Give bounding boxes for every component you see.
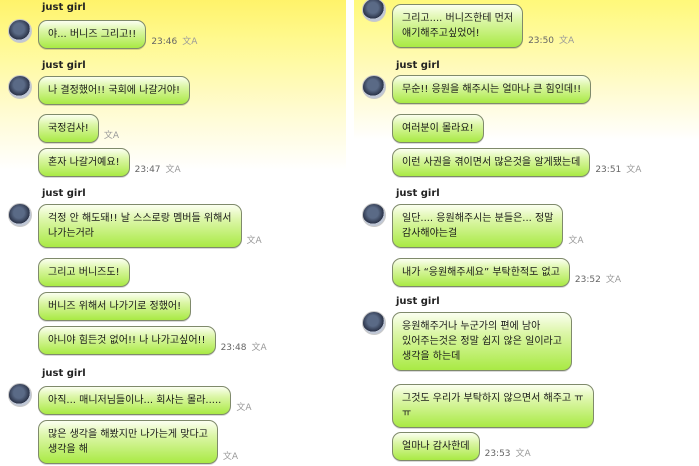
avatar[interactable]	[362, 75, 386, 99]
avatar[interactable]	[8, 75, 32, 99]
message-row: 응원해주거나 누군가의 편에 남아 있어주는것은 정말 쉽지 않은 일이라고 생…	[392, 312, 572, 371]
translate-icon[interactable]: 文A	[252, 340, 267, 353]
message-row: 그것도 우리가 부탁하지 않으면서 해주고 ㅠ ㅠ	[392, 384, 594, 428]
message-bubble[interactable]: 무순!! 응원을 해주시는 얼마나 큰 힘인데!!	[392, 75, 592, 104]
chat-column-left: just girl 야... 버니즈 그리고!! 23:46 文A just g…	[0, 0, 345, 466]
message-bubble[interactable]: 그것도 우리가 부탁하지 않으면서 해주고 ㅠ ㅠ	[392, 384, 594, 428]
message-row: 얼마나 감사한데 23:53 文A	[392, 432, 531, 461]
message-bubble[interactable]: 걱정 안 해도돼!! 날 스스로랑 멤버들 위해서 나가는거라	[38, 204, 242, 248]
message-bubble[interactable]: 아니야 힘든것 없어!! 나 나가고싶어!!	[38, 326, 216, 355]
message-row: 여러분이 몰라요!	[392, 114, 484, 143]
message-bubble[interactable]: 국정검사!	[38, 114, 99, 143]
sender-name: just girl	[42, 60, 86, 71]
message-time: 23:46	[151, 37, 178, 47]
message-time: 23:53	[484, 449, 511, 459]
message-row: 그리고 버니즈도!	[38, 258, 130, 287]
message-time: 23:52	[574, 275, 601, 285]
message-row: 야... 버니즈 그리고!! 23:46 文A	[38, 20, 197, 49]
message-row: 나 결정했어!! 국회에 나갈거야!	[38, 76, 190, 105]
sender-name: just girl	[42, 368, 86, 379]
sender-name: just girl	[42, 188, 86, 199]
translate-icon[interactable]: 文A	[236, 400, 251, 413]
message-bubble[interactable]: 이런 사권을 겪이면서 많은것을 알게됐는데	[392, 148, 591, 177]
avatar[interactable]	[8, 383, 32, 407]
message-bubble[interactable]: 아직... 매니저님들이나... 회사는 몰라.....	[38, 386, 232, 415]
message-bubble[interactable]: 여러분이 몰라요!	[392, 114, 484, 143]
message-row: 무순!! 응원을 해주시는 얼마나 큰 힘인데!!	[392, 75, 592, 104]
translate-icon[interactable]: 文A	[626, 162, 641, 175]
translate-icon[interactable]: 文A	[166, 162, 181, 175]
sender-name: just girl	[396, 60, 440, 71]
message-bubble[interactable]: 나 결정했어!! 국회에 나갈거야!	[38, 76, 190, 105]
avatar[interactable]	[8, 203, 32, 227]
translate-icon[interactable]: 文A	[182, 34, 197, 47]
translate-icon[interactable]: 文A	[104, 128, 119, 141]
avatar[interactable]	[362, 203, 386, 227]
message-bubble[interactable]: 그리고 버니즈도!	[38, 258, 130, 287]
message-bubble[interactable]: 내가 “응원해주세요” 부탁한적도 없고	[392, 258, 570, 287]
panel-divider	[346, 0, 354, 466]
translate-icon[interactable]: 文A	[223, 449, 238, 462]
translate-icon[interactable]: 文A	[559, 33, 574, 46]
message-bubble[interactable]: 야... 버니즈 그리고!!	[38, 20, 147, 49]
avatar[interactable]	[362, 0, 386, 22]
message-time: 23:50	[528, 36, 555, 46]
avatar[interactable]	[8, 19, 32, 43]
message-row: 이런 사권을 겪이면서 많은것을 알게됐는데 23:51 文A	[392, 148, 641, 177]
message-row: 버니즈 위해서 나가기로 정했어!	[38, 292, 192, 321]
translate-icon[interactable]: 文A	[568, 233, 583, 246]
message-time: 23:48	[220, 343, 247, 353]
message-row: 아니야 힘든것 없어!! 나 나가고싶어!! 23:48 文A	[38, 326, 267, 355]
message-row: 내가 “응원해주세요” 부탁한적도 없고 23:52 文A	[392, 258, 621, 287]
message-bubble[interactable]: 그리고.... 버니즈한테 먼저 얘기해주고싶었어!	[392, 4, 524, 48]
message-bubble[interactable]: 혼자 나갈거예요!	[38, 148, 130, 177]
translate-icon[interactable]: 文A	[516, 446, 531, 459]
message-row: 혼자 나갈거예요! 23:47 文A	[38, 148, 181, 177]
message-row: 많은 생각을 해봤지만 나가는게 맞다고 생각을 해 文A	[38, 420, 238, 464]
sender-name: just girl	[42, 2, 86, 13]
message-row: 그리고.... 버니즈한테 먼저 얘기해주고싶었어! 23:50 文A	[392, 4, 574, 48]
chat-column-right: 그리고.... 버니즈한테 먼저 얘기해주고싶었어! 23:50 文A just…	[354, 0, 699, 466]
sender-name: just girl	[396, 188, 440, 199]
message-row: 국정검사! 文A	[38, 114, 119, 143]
avatar[interactable]	[362, 311, 386, 335]
message-row: 걱정 안 해도돼!! 날 스스로랑 멤버들 위해서 나가는거라 文A	[38, 204, 262, 248]
message-bubble[interactable]: 버니즈 위해서 나가기로 정했어!	[38, 292, 192, 321]
message-row: 아직... 매니저님들이나... 회사는 몰라..... 文A	[38, 386, 251, 415]
message-time: 23:51	[595, 165, 622, 175]
message-bubble[interactable]: 일단.... 응원해주시는 분들은... 정말 감사해야는걸	[392, 204, 564, 248]
message-bubble[interactable]: 많은 생각을 해봤지만 나가는게 맞다고 생각을 해	[38, 420, 218, 464]
message-bubble[interactable]: 얼마나 감사한데	[392, 432, 480, 461]
message-time: 23:47	[134, 165, 161, 175]
message-bubble[interactable]: 응원해주거나 누군가의 편에 남아 있어주는것은 정말 쉽지 않은 일이라고 생…	[392, 312, 572, 371]
message-row: 일단.... 응원해주시는 분들은... 정말 감사해야는걸 文A	[392, 204, 584, 248]
translate-icon[interactable]: 文A	[606, 272, 621, 285]
sender-name: just girl	[396, 296, 440, 307]
translate-icon[interactable]: 文A	[247, 233, 262, 246]
